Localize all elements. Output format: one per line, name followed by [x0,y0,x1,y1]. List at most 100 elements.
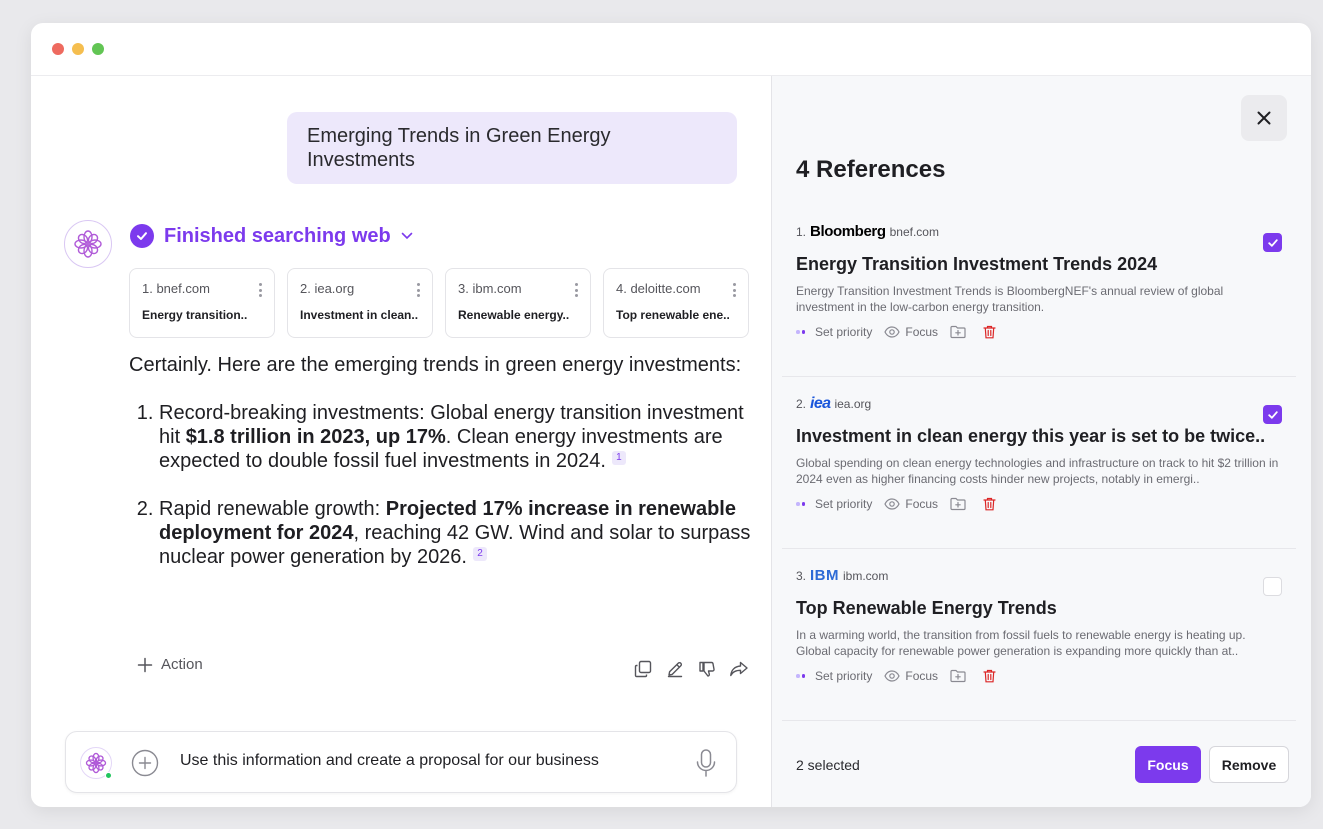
reference-source: 1. Bloomberg bnef.com [796,223,939,240]
microphone-button[interactable] [694,748,718,778]
source-domain: 4. deloitte.com [616,281,701,296]
action-label: Action [161,656,203,673]
trash-icon [983,325,996,339]
reference-number: 1. [796,224,807,239]
reference-checkbox[interactable] [1263,233,1282,252]
close-panel-button[interactable] [1241,95,1287,141]
action-button[interactable]: Action [137,656,203,673]
set-priority-button[interactable]: Set priority [796,669,872,683]
more-options-icon[interactable] [258,283,262,297]
search-status-toggle[interactable]: Finished searching web [130,223,413,249]
microphone-icon [696,749,716,777]
reference-tools: Set priority Focus [796,325,1013,339]
set-priority-button[interactable]: Set priority [796,497,872,511]
message-toolbar [627,657,755,681]
delete-button[interactable] [983,325,1001,339]
eye-icon [884,326,901,338]
priority-dots-icon [796,502,807,506]
priority-dots-icon [796,674,807,678]
references-panel: 4 References 1. Bloomberg bnef.com Energ… [771,76,1311,807]
reference-checkbox[interactable] [1263,405,1282,424]
reference-title[interactable]: Energy Transition Investment Trends 2024 [796,254,1276,275]
edit-button[interactable] [659,657,691,681]
eye-icon [884,670,901,682]
folder-plus-icon [950,497,966,511]
plus-icon [137,657,153,673]
dislike-button[interactable] [691,657,723,681]
answer-list: Record-breaking investments: Global ener… [129,401,759,569]
source-domain: 2. iea.org [300,281,355,296]
reference-item: 1. Bloomberg bnef.com Energy Transition … [782,217,1296,377]
ibm-logo: IBM [810,567,840,584]
focus-button[interactable]: Focus [884,497,938,511]
panel-footer: 2 selected Focus Remove [772,731,1311,807]
close-icon [1257,111,1271,125]
add-to-folder-button[interactable] [950,325,971,339]
reference-source: 2. iea iea.org [796,395,871,413]
reference-title[interactable]: Top Renewable Energy Trends [796,598,1276,619]
focus-button[interactable]: Focus [884,325,938,339]
minimize-window-button[interactable] [72,43,84,55]
more-options-icon[interactable] [416,283,420,297]
attach-button[interactable] [131,749,159,777]
reference-tools: Set priority Focus [796,669,1013,683]
set-priority-label: Set priority [815,497,873,511]
chevron-down-icon [401,232,413,240]
assistant-avatar [64,220,112,268]
folder-plus-icon [950,669,966,683]
share-button[interactable] [723,657,755,681]
close-window-button[interactable] [52,43,64,55]
assistant-answer: Certainly. Here are the emerging trends … [129,353,759,593]
references-title: 4 References [796,156,946,183]
eye-icon [884,498,901,510]
maximize-window-button[interactable] [92,43,104,55]
bloomberg-logo: Bloomberg [810,223,886,240]
online-status-dot [105,772,112,779]
delete-button[interactable] [983,497,1001,511]
set-priority-label: Set priority [815,669,873,683]
focus-selected-button[interactable]: Focus [1135,746,1201,783]
reference-description: In a warming world, the transition from … [796,628,1246,658]
answer-item-text: Rapid renewable growth: [159,498,386,520]
answer-intro: Certainly. Here are the emerging trends … [129,354,742,376]
message-composer[interactable]: Use this information and create a propos… [65,731,737,793]
citation-badge[interactable]: 1 [611,451,626,465]
source-card[interactable]: 2. iea.org Investment in clean.. [287,268,433,338]
source-card[interactable]: 3. ibm.com Renewable energy.. [445,268,591,338]
priority-dots-icon [796,330,807,334]
thumbs-down-icon [699,661,715,677]
reference-site: bnef.com [889,224,939,239]
copy-button[interactable] [627,657,659,681]
reference-title[interactable]: Investment in clean energy this year is … [796,426,1276,447]
reference-item: 2. iea iea.org Investment in clean energ… [782,389,1296,549]
citation-badge[interactable]: 2 [473,547,487,561]
add-to-folder-button[interactable] [950,669,971,683]
focus-button[interactable]: Focus [884,669,938,683]
source-card[interactable]: 4. deloitte.com Top renewable ene.. [603,268,749,338]
plus-circle-icon [131,749,159,777]
title-bar [31,23,1311,76]
source-domain: 3. ibm.com [458,281,522,296]
focus-label: Focus [905,497,939,511]
set-priority-button[interactable]: Set priority [796,325,872,339]
source-domain: 1. bnef.com [142,281,210,296]
source-cards: 1. bnef.com Energy transition.. 2. iea.o… [129,268,761,338]
composer-input[interactable]: Use this information and create a propos… [180,752,599,770]
iea-logo: iea [810,395,831,412]
focus-label: Focus [905,325,939,339]
source-card[interactable]: 1. bnef.com Energy transition.. [129,268,275,338]
remove-selected-button[interactable]: Remove [1209,746,1289,783]
more-options-icon[interactable] [732,283,736,297]
delete-button[interactable] [983,669,1001,683]
reference-checkbox[interactable] [1263,577,1282,596]
answer-item: Rapid renewable growth: Projected 17% in… [159,497,759,569]
add-to-folder-button[interactable] [950,497,971,511]
folder-plus-icon [950,325,966,339]
more-options-icon[interactable] [574,283,578,297]
selected-count: 2 selected [796,757,860,773]
source-title: Energy transition.. [142,308,248,322]
reference-tools: Set priority Focus [796,497,1013,511]
flower-logo-icon [74,230,102,258]
reference-description: Global spending on clean energy technolo… [796,456,1279,486]
share-arrow-icon [730,661,748,677]
